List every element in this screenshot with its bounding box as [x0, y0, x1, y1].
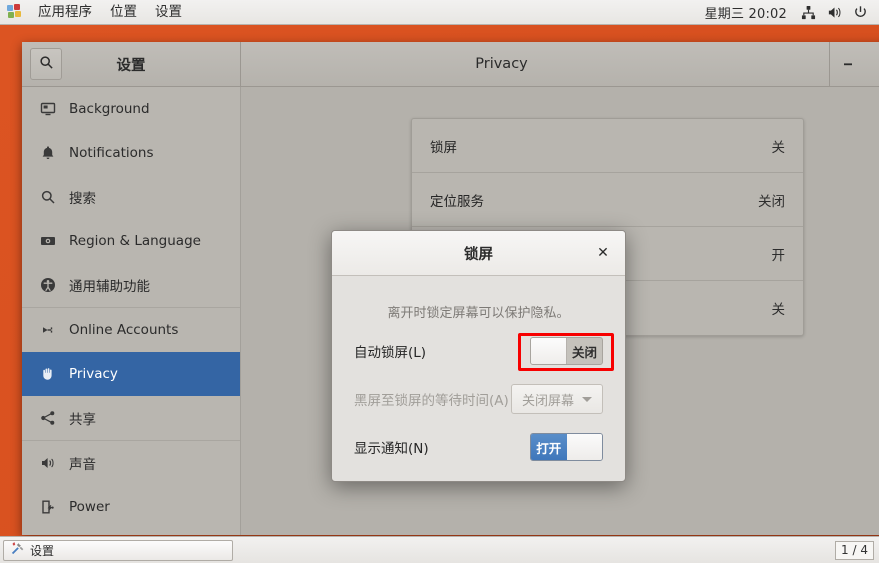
- chevron-down-icon: [582, 396, 592, 402]
- sidebar-item-label: Online Accounts: [69, 322, 179, 338]
- tools-icon: [10, 541, 25, 559]
- minimize-button[interactable]: [830, 42, 866, 86]
- window-controls: [829, 42, 879, 86]
- dropdown-value: 关闭屏幕: [521, 393, 574, 409]
- volume-icon[interactable]: [823, 0, 845, 25]
- dialog-row-show-notifications: 显示通知(N) 打开: [354, 423, 603, 471]
- sidebar-item-sound[interactable]: 声音: [22, 441, 240, 485]
- sidebar-item-label: Power: [69, 499, 110, 515]
- sidebar-item-notifications[interactable]: Notifications: [22, 131, 240, 175]
- accessibility-icon: [39, 276, 57, 294]
- titlebar-left: 设置: [22, 42, 241, 86]
- top-panel: 应用程序 位置 设置 星期三 20:02: [0, 0, 879, 25]
- sidebar-item-power[interactable]: Power: [22, 485, 240, 529]
- dialog-description: 离开时锁定屏幕可以保护隐私。: [387, 306, 570, 321]
- titlebar-right: Privacy: [241, 42, 879, 86]
- menu-applications[interactable]: 应用程序: [29, 0, 101, 25]
- search-icon: [39, 188, 57, 206]
- sidebar-item-label: Privacy: [69, 366, 118, 382]
- sidebar-item-label: 共享: [69, 412, 96, 428]
- power-icon[interactable]: [849, 0, 871, 25]
- taskbar-item-settings[interactable]: 设置: [3, 539, 233, 561]
- sidebar-item-label: 通用辅助功能: [69, 279, 150, 295]
- window-titlebar[interactable]: 设置 Privacy: [22, 42, 879, 87]
- share-icon: [39, 409, 57, 427]
- clock[interactable]: 星期三 20:02: [699, 3, 793, 22]
- automatic-lock-label: 自动锁屏(L): [354, 345, 427, 361]
- row-value: 开: [771, 247, 786, 264]
- row-value: 关闭: [758, 193, 785, 210]
- plug-icon: [39, 321, 57, 339]
- dialog-header: 锁屏 ✕: [332, 231, 625, 276]
- row-value: 关: [771, 302, 786, 318]
- dialog-row-blank-delay: 黑屏至锁屏的等待时间(A) 关闭屏幕: [354, 375, 603, 423]
- menu-settings[interactable]: 设置: [146, 0, 191, 25]
- bell-icon: [39, 144, 57, 162]
- sidebar-item-privacy[interactable]: Privacy: [22, 352, 240, 396]
- show-notifications-switch[interactable]: 打开: [530, 433, 603, 461]
- privacy-row-lock-screen[interactable]: 锁屏 关: [412, 119, 803, 173]
- sidebar-item-search[interactable]: 搜索: [22, 175, 240, 219]
- sidebar-item-label: Region & Language: [69, 233, 201, 249]
- flag-icon: [39, 232, 57, 250]
- monitor-icon: [39, 100, 57, 118]
- system-tray: 星期三 20:02: [699, 0, 879, 25]
- search-button[interactable]: [30, 48, 62, 80]
- sidebar-item-region-language[interactable]: Region & Language: [22, 219, 240, 263]
- dialog-title: 锁屏: [464, 246, 493, 263]
- workspace-indicator[interactable]: 1 / 4: [835, 540, 874, 560]
- dialog-body: 离开时锁定屏幕可以保护隐私。 自动锁屏(L) 关闭 黑屏至锁屏的等待时间(A) …: [332, 276, 625, 481]
- page-title: Privacy: [475, 56, 528, 72]
- privacy-row-location-services[interactable]: 定位服务 关闭: [412, 173, 803, 227]
- row-label: 锁屏: [430, 139, 457, 156]
- sidebar-item-label: 声音: [69, 457, 96, 473]
- blank-delay-label: 黑屏至锁屏的等待时间(A): [354, 393, 509, 409]
- automatic-lock-switch[interactable]: 关闭: [530, 337, 603, 365]
- sidebar-item-label: Background: [69, 101, 150, 117]
- taskbar-item-label: 设置: [30, 543, 55, 558]
- speaker-icon: [39, 454, 57, 472]
- battery-icon: [39, 498, 57, 516]
- switch-state-label: 打开: [531, 434, 567, 460]
- menu-places[interactable]: 位置: [101, 0, 146, 25]
- sidebar-item-accessibility[interactable]: 通用辅助功能: [22, 263, 240, 307]
- blank-delay-dropdown[interactable]: 关闭屏幕: [510, 384, 603, 414]
- distro-logo-icon: [7, 4, 23, 20]
- sidebar-item-label: 搜索: [69, 191, 96, 207]
- dialog-row-automatic-lock: 自动锁屏(L) 关闭: [354, 327, 603, 375]
- sidebar-item-sharing[interactable]: 共享: [22, 396, 240, 440]
- row-label: 定位服务: [430, 193, 484, 210]
- lock-screen-dialog: 锁屏 ✕ 离开时锁定屏幕可以保护隐私。 自动锁屏(L) 关闭 黑屏至锁屏的等待时…: [331, 230, 626, 482]
- sidebar-item-label: Notifications: [69, 145, 154, 161]
- hand-icon: [39, 365, 57, 383]
- search-icon: [39, 55, 54, 74]
- switch-knob: [566, 434, 602, 460]
- row-value: 关: [771, 139, 786, 156]
- sidebar: Background Notifications 搜索 Region & Lan…: [22, 87, 241, 535]
- bottom-panel: 设置 1 / 4: [0, 536, 879, 563]
- maximize-button[interactable]: [866, 42, 879, 86]
- close-icon[interactable]: ✕: [593, 243, 613, 263]
- switch-knob: [531, 338, 567, 364]
- switch-state-label: 关闭: [571, 344, 597, 360]
- show-notifications-label: 显示通知(N): [354, 441, 429, 457]
- sidebar-item-background[interactable]: Background: [22, 87, 240, 131]
- network-icon[interactable]: [797, 0, 819, 25]
- sidebar-item-online-accounts[interactable]: Online Accounts: [22, 308, 240, 352]
